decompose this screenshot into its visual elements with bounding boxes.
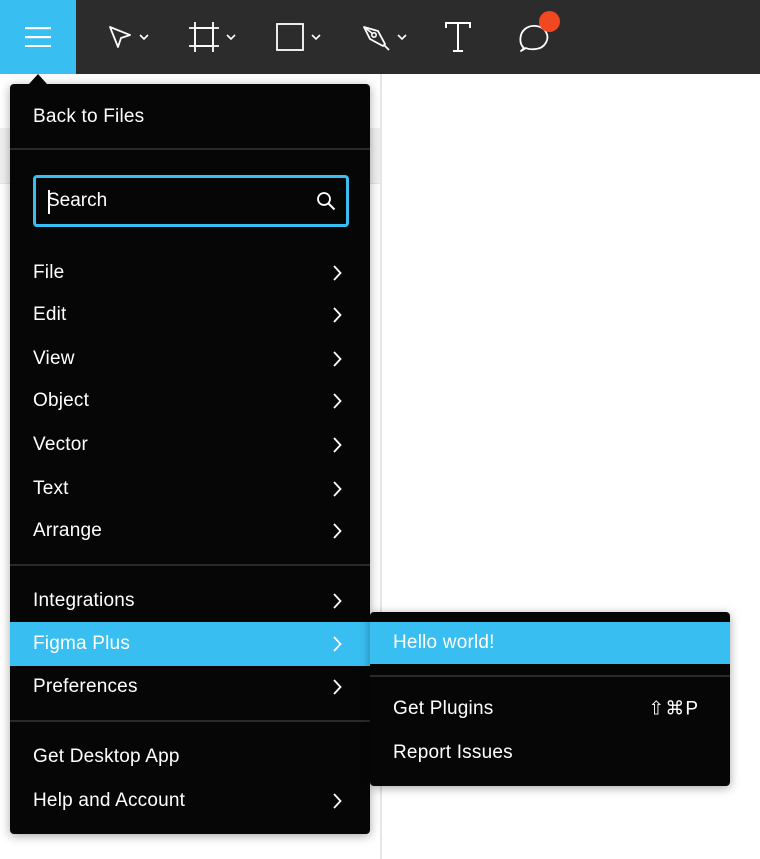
menu-divider [10,720,370,722]
text-tool-button[interactable] [436,0,480,74]
text-caret [48,190,50,214]
menu-item-label: Vector [33,434,89,455]
menu-item-label: Text [33,478,69,499]
figma-plus-submenu: Hello world! Get Plugins ⇧⌘P Report Issu… [370,612,730,786]
submenu-item-get-plugins[interactable]: Get Plugins ⇧⌘P [370,687,730,731]
menu-item-label: Get Plugins [393,698,494,719]
main-menu-button[interactable] [0,0,76,74]
frame-icon [189,22,219,52]
shape-tool-button[interactable] [266,0,330,74]
move-tool-button[interactable] [96,0,160,74]
chevron-down-icon [311,34,321,41]
menu-divider [10,564,370,566]
hamburger-icon [25,27,51,47]
menu-item-view[interactable]: View [10,337,370,381]
chevron-right-icon [333,265,342,281]
chevron-right-icon [333,437,342,453]
menu-divider [10,148,370,150]
chevron-right-icon [333,351,342,367]
chevron-right-icon [333,793,342,809]
search-icon [317,192,336,211]
menu-item-label: Arrange [33,520,102,541]
rectangle-icon [276,23,304,51]
menu-item-figma-plus[interactable]: Figma Plus [10,622,370,666]
menu-item-vector[interactable]: Vector [10,423,370,467]
search-input[interactable] [36,178,346,224]
chevron-right-icon [333,523,342,539]
menu-item-label: View [33,348,75,369]
keyboard-shortcut: ⇧⌘P [648,698,699,720]
menu-item-label: File [33,262,65,283]
main-menu: Back to Files File Edit View Object Vect… [10,84,370,834]
submenu-item-hello-world[interactable]: Hello world! [370,622,730,664]
chevron-down-icon [139,34,149,41]
menu-item-get-desktop-app[interactable]: Get Desktop App [10,735,370,779]
menu-item-label: Preferences [33,676,138,697]
menu-item-object[interactable]: Object [10,379,370,423]
chevron-right-icon [333,636,342,652]
menu-item-text[interactable]: Text [10,467,370,511]
menu-item-preferences[interactable]: Preferences [10,665,370,709]
search-field[interactable] [33,175,349,227]
menu-item-edit[interactable]: Edit [10,293,370,337]
chevron-down-icon [397,34,407,41]
pen-nib-icon [363,26,390,51]
back-to-files-item[interactable]: Back to Files [10,95,370,139]
chevron-right-icon [333,307,342,323]
chevron-right-icon [333,481,342,497]
menu-item-label: Object [33,390,90,411]
menu-item-label: Hello world! [393,632,495,653]
frame-tool-button[interactable] [180,0,244,74]
menu-item-label: Figma Plus [33,633,131,654]
menu-item-label: Edit [33,304,67,325]
chevron-right-icon [333,593,342,609]
submenu-item-report-issues[interactable]: Report Issues [370,731,730,775]
chevron-right-icon [333,393,342,409]
top-toolbar [0,0,760,74]
menu-item-label: Integrations [33,590,135,611]
menu-item-help-and-account[interactable]: Help and Account [10,779,370,823]
menu-item-label: Help and Account [33,790,186,811]
chevron-down-icon [226,34,236,41]
menu-pointer [29,74,47,84]
menu-item-label: Get Desktop App [33,746,180,767]
menu-divider [370,675,730,677]
menu-item-file[interactable]: File [10,251,370,295]
menu-item-integrations[interactable]: Integrations [10,579,370,623]
notification-badge [539,11,560,32]
back-to-files-label: Back to Files [33,106,145,127]
pen-tool-button[interactable] [352,0,416,74]
menu-item-arrange[interactable]: Arrange [10,509,370,553]
chevron-right-icon [333,679,342,695]
text-T-icon [445,22,471,52]
menu-item-label: Report Issues [393,742,513,763]
cursor-arrow-icon [109,26,131,48]
